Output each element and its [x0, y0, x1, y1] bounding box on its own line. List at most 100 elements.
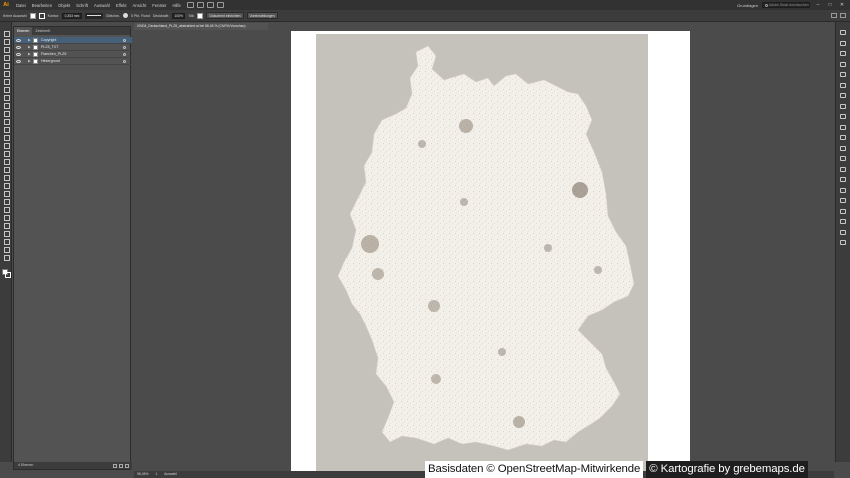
visibility-eye-icon[interactable]	[16, 45, 21, 49]
fill-color-swatch[interactable]	[29, 12, 36, 19]
pen-tool-icon[interactable]	[3, 62, 10, 69]
menu-objekt[interactable]: Objekt	[58, 3, 70, 8]
slice-tool-icon[interactable]	[3, 238, 10, 245]
layer-name[interactable]: Flaechen_PLZ5	[41, 52, 66, 56]
target-circle-icon[interactable]	[123, 45, 126, 49]
expand-arrow-icon[interactable]: ▶	[28, 52, 31, 56]
selection-tool-icon[interactable]	[3, 30, 10, 37]
paragraph-icon[interactable]	[840, 198, 846, 203]
stroke-color-swatch[interactable]	[38, 12, 45, 19]
gpu-performance-icon[interactable]	[216, 2, 224, 8]
layers-icon[interactable]	[840, 229, 846, 235]
rotate-tool-icon[interactable]	[3, 134, 10, 141]
libraries-icon[interactable]	[840, 40, 846, 46]
layer-row-copyright[interactable]: ▶ Copyright	[14, 37, 132, 44]
panel-menu-icon[interactable]	[840, 13, 846, 18]
stroke-weight-field[interactable]: 0,353 mm	[62, 12, 82, 19]
lasso-tool-icon[interactable]	[3, 54, 10, 61]
curvature-tool-icon[interactable]	[3, 70, 10, 77]
gradient-tool-icon[interactable]	[3, 190, 10, 197]
app-logo[interactable]: Ai	[0, 0, 12, 10]
gradient-icon[interactable]	[840, 114, 846, 119]
rectangle-tool-icon[interactable]	[3, 94, 10, 101]
menu-hilfe[interactable]: Hilfe	[172, 3, 180, 8]
close-button[interactable]: ✕	[838, 2, 846, 8]
magic-wand-tool-icon[interactable]	[3, 46, 10, 53]
expand-arrow-icon[interactable]: ▶	[28, 59, 31, 63]
tab-layers[interactable]: Ebenen	[14, 27, 33, 35]
blend-tool-icon[interactable]	[3, 206, 10, 213]
stroke-color-icon[interactable]	[5, 272, 11, 278]
expand-arrow-icon[interactable]: ▶	[28, 45, 31, 49]
column-graph-tool-icon[interactable]	[3, 222, 10, 229]
layer-name[interactable]: Hintergrund	[41, 59, 60, 63]
stock-icon[interactable]	[196, 2, 204, 8]
menu-ansicht[interactable]: Ansicht	[133, 3, 147, 8]
layer-row-plz5-txt[interactable]: ▶ PLZ5_TXT	[14, 44, 132, 51]
free-transform-tool-icon[interactable]	[3, 158, 10, 165]
opacity-field[interactable]: 100%	[172, 12, 186, 19]
links-icon[interactable]	[840, 219, 846, 224]
tab-artboards[interactable]: Zeichenfl.	[32, 29, 54, 33]
shaper-tool-icon[interactable]	[3, 110, 10, 117]
layer-name[interactable]: Copyright	[41, 38, 56, 42]
scale-tool-icon[interactable]	[3, 142, 10, 149]
pencil-tool-icon[interactable]	[3, 118, 10, 125]
arrange-documents-icon[interactable]	[206, 2, 214, 8]
brushes-icon[interactable]	[840, 82, 846, 88]
expand-arrow-icon[interactable]: ▶	[28, 38, 31, 42]
graphic-style-swatch[interactable]	[197, 12, 204, 19]
character-icon[interactable]	[840, 187, 846, 193]
document-setup-button[interactable]: Dokument einrichten	[206, 12, 244, 19]
menu-auswahl[interactable]: Auswahl	[94, 3, 110, 8]
layer-name[interactable]: PLZ5_TXT	[41, 45, 58, 49]
menu-datei[interactable]: Datei	[16, 3, 26, 8]
stroke-icon[interactable]	[840, 103, 846, 109]
maximize-button[interactable]: □	[826, 2, 834, 8]
stroke-label[interactable]: Kontur:	[48, 14, 60, 18]
bridge-icon[interactable]	[186, 2, 194, 8]
brush-definition[interactable]: 5 Pkt. Rund	[131, 14, 150, 18]
current-tool[interactable]: Auswahl	[164, 472, 177, 476]
align-icon[interactable]	[840, 156, 846, 161]
artboard-navigator[interactable]: 1	[155, 472, 157, 476]
visibility-eye-icon[interactable]	[16, 38, 21, 42]
menu-effekt[interactable]: Effekt	[116, 3, 127, 8]
target-circle-icon[interactable]	[123, 59, 126, 63]
opentype-icon[interactable]	[840, 208, 846, 214]
menu-bearbeiten[interactable]: Bearbeiten	[32, 3, 52, 8]
artboards-icon[interactable]	[840, 240, 846, 245]
artboard-tool-icon[interactable]	[3, 230, 10, 237]
stock-search-input[interactable]: Adobe Stock durchsuchen	[762, 2, 810, 8]
transform-icon[interactable]	[840, 177, 846, 182]
layer-row-hintergrund[interactable]: ▶ Hintergrund	[14, 58, 132, 65]
mesh-tool-icon[interactable]	[3, 182, 10, 189]
eraser-tool-icon[interactable]	[3, 126, 10, 133]
hand-tool-icon[interactable]	[3, 246, 10, 253]
variable-width-profile[interactable]	[84, 12, 103, 19]
document-tab[interactable]: 00004_Deutschland_PLZ5_abstrahiert.ai be…	[134, 23, 268, 30]
symbol-sprayer-tool-icon[interactable]	[3, 214, 10, 221]
align-icon[interactable]	[831, 13, 837, 18]
target-circle-icon[interactable]	[123, 38, 126, 42]
graphic-styles-icon[interactable]	[840, 145, 846, 151]
menu-fenster[interactable]: Fenster	[152, 3, 166, 8]
color-guide-icon[interactable]	[840, 61, 846, 67]
stroke-profile-label[interactable]: Gleichm.	[106, 14, 120, 18]
properties-icon[interactable]	[840, 30, 846, 35]
zoom-level[interactable]: 58,45%	[137, 472, 149, 476]
color-icon[interactable]	[840, 51, 846, 56]
line-tool-icon[interactable]	[3, 86, 10, 93]
type-tool-icon[interactable]	[3, 78, 10, 85]
delete-layer-icon[interactable]	[125, 463, 129, 468]
paintbrush-tool-icon[interactable]	[3, 102, 10, 109]
transparency-icon[interactable]	[840, 124, 846, 130]
menu-schrift[interactable]: Schrift	[76, 3, 88, 8]
pathfinder-icon[interactable]	[840, 166, 846, 172]
new-layer-icon[interactable]	[119, 463, 123, 468]
shape-builder-tool-icon[interactable]	[3, 166, 10, 173]
swatches-icon[interactable]	[840, 72, 846, 77]
width-tool-icon[interactable]	[3, 150, 10, 157]
target-circle-icon[interactable]	[123, 52, 126, 56]
minimize-button[interactable]: –	[814, 2, 822, 8]
